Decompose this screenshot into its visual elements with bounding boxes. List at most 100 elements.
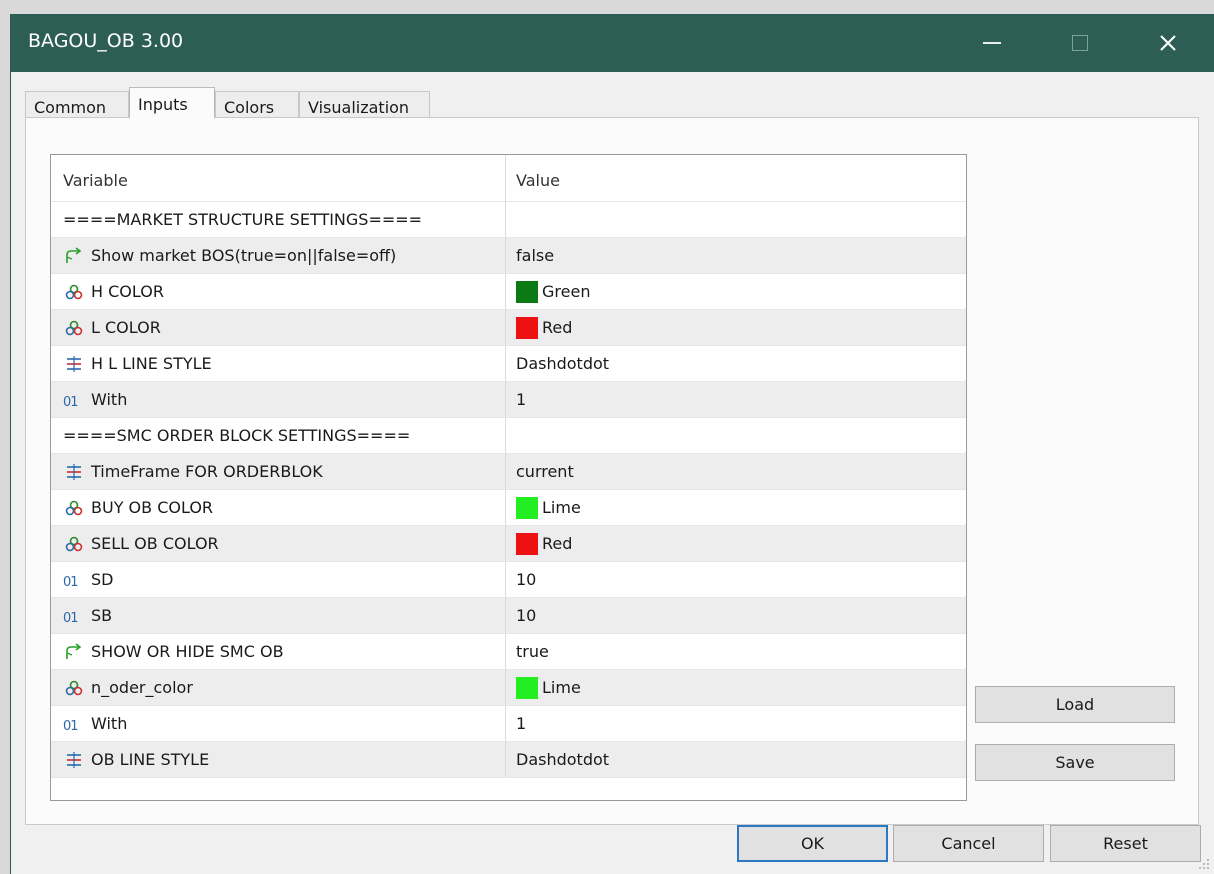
table-row[interactable]: L COLOR Red [51,310,966,346]
value-label: Lime [542,498,581,517]
variable-cell: Show market BOS(true=on||false=off) [51,238,506,273]
table-row[interactable]: SELL OB COLOR Red [51,526,966,562]
variable-label: n_oder_color [91,678,193,697]
value-cell[interactable]: 10 [506,562,966,597]
color-swatch [516,532,538,555]
minimize-icon [983,42,1001,44]
table-row[interactable]: 01 With 1 [51,382,966,418]
table-row[interactable]: H L LINE STYLE Dashdotdot [51,346,966,382]
variable-label: With [91,714,128,733]
value-label: 1 [516,714,527,733]
variable-cell: 01 SB [51,598,506,633]
value-cell[interactable]: Red [506,310,966,345]
int-icon: 01 [63,610,79,626]
value-label: Red [542,534,573,553]
value-label: 10 [516,606,537,625]
variable-cell: L COLOR [51,310,506,345]
enum-icon [63,355,85,373]
value-label: false [516,246,555,265]
value-cell[interactable]: true [506,634,966,669]
value-cell[interactable]: current [506,454,966,489]
variable-label: Show market BOS(true=on||false=off) [91,246,397,265]
table-row[interactable]: SHOW OR HIDE SMC OB true [51,634,966,670]
minimize-button[interactable] [963,14,1021,72]
table-row[interactable]: ====SMC ORDER BLOCK SETTINGS==== [51,418,966,454]
close-button[interactable] [1139,14,1197,72]
variable-cell: 01 SD [51,562,506,597]
table-row[interactable]: 01 With 1 [51,706,966,742]
cancel-button[interactable]: Cancel [893,825,1044,862]
table-row[interactable]: n_oder_color Lime [51,670,966,706]
value-label: Green [542,282,591,301]
value-cell[interactable]: false [506,238,966,273]
bool-arrow-icon [63,246,85,265]
table-row[interactable]: OB LINE STYLE Dashdotdot [51,742,966,778]
value-label: Red [542,318,573,337]
ok-button[interactable]: OK [737,825,888,862]
variable-cell: 01 With [51,382,506,417]
value-label: 10 [516,570,537,589]
table-row[interactable]: 01 SD 10 [51,562,966,598]
close-icon [1160,35,1176,51]
value-cell[interactable]: Dashdotdot [506,346,966,381]
inputs-grid: Variable Value ====MARKET STRUCTURE SETT… [50,154,967,801]
variable-label: TimeFrame FOR ORDERBLOK [91,462,323,481]
value-label: Dashdotdot [516,750,610,769]
color-icon [63,283,85,301]
tab-visualization[interactable]: Visualization [299,91,430,117]
window-title: BAGOU_OB 3.00 [28,30,184,52]
color-icon [63,319,85,337]
color-icon [63,535,85,553]
value-label: current [516,462,574,481]
variable-label: SHOW OR HIDE SMC OB [91,642,284,661]
value-cell[interactable] [506,202,966,237]
maximize-button[interactable] [1051,14,1109,72]
table-row[interactable]: BUY OB COLOR Lime [51,490,966,526]
value-cell[interactable]: Dashdotdot [506,742,966,777]
value-cell[interactable]: Lime [506,670,966,705]
color-icon [63,679,85,697]
resize-grip-icon[interactable] [1198,858,1210,870]
reset-button[interactable]: Reset [1050,825,1201,862]
value-label: Lime [542,678,581,697]
column-header-variable[interactable]: Variable [51,155,506,201]
value-cell[interactable]: Lime [506,490,966,525]
value-cell[interactable]: 1 [506,706,966,741]
value-label: true [516,642,549,661]
tab-colors[interactable]: Colors [215,91,299,117]
variable-label: SD [91,570,114,589]
variable-cell: H COLOR [51,274,506,309]
color-swatch [516,496,538,519]
variable-cell: OB LINE STYLE [51,742,506,777]
color-swatch [516,280,538,303]
variable-label: L COLOR [91,318,161,337]
variable-cell: ====MARKET STRUCTURE SETTINGS==== [51,202,506,237]
table-row[interactable]: TimeFrame FOR ORDERBLOK current [51,454,966,490]
save-button[interactable]: Save [975,744,1175,781]
table-row[interactable]: H COLOR Green [51,274,966,310]
tab-common[interactable]: Common [25,91,129,117]
value-cell[interactable]: Red [506,526,966,561]
tab-inputs[interactable]: Inputs [129,87,215,118]
bool-arrow-icon [63,642,85,661]
int-icon: 01 [63,574,79,590]
value-cell[interactable] [506,418,966,453]
variable-cell: 01 With [51,706,506,741]
table-row[interactable]: 01 SB 10 [51,598,966,634]
table-row[interactable]: Show market BOS(true=on||false=off) false [51,238,966,274]
variable-label: SELL OB COLOR [91,534,219,553]
value-cell[interactable]: 10 [506,598,966,633]
color-swatch [516,676,538,699]
variable-label: H L LINE STYLE [91,354,212,373]
title-bar[interactable]: BAGOU_OB 3.00 [11,14,1214,72]
table-row[interactable]: ====MARKET STRUCTURE SETTINGS==== [51,202,966,238]
variable-label: ====SMC ORDER BLOCK SETTINGS==== [63,426,411,445]
color-swatch [516,316,538,339]
variable-cell: ====SMC ORDER BLOCK SETTINGS==== [51,418,506,453]
column-header-value[interactable]: Value [506,155,966,201]
value-cell[interactable]: Green [506,274,966,309]
value-cell[interactable]: 1 [506,382,966,417]
load-button[interactable]: Load [975,686,1175,723]
variable-label: SB [91,606,113,625]
value-label: Dashdotdot [516,354,610,373]
